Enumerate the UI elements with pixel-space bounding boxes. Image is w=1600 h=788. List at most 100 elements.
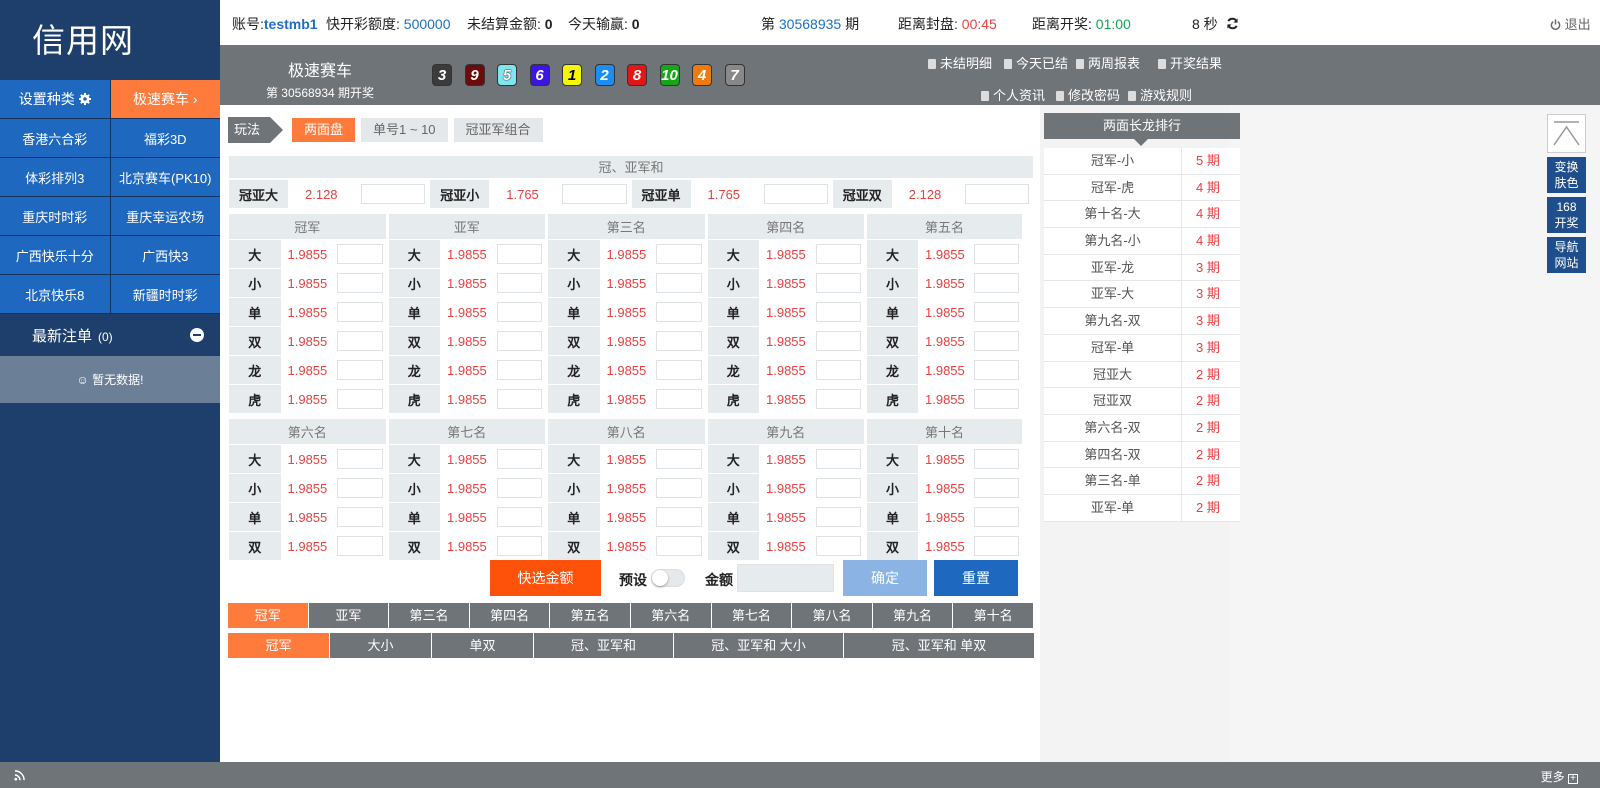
position-tab[interactable]: 第九名: [872, 603, 954, 628]
sum-amount-input[interactable]: [361, 184, 426, 204]
bet-odds[interactable]: 1.9855: [918, 239, 971, 269]
current-game-button[interactable]: 极速赛车 ›: [110, 80, 220, 118]
bet-odds[interactable]: 1.9855: [280, 297, 334, 327]
bet-odds[interactable]: 1.9855: [918, 384, 971, 414]
bet-odds[interactable]: 1.9855: [280, 531, 334, 561]
bet-odds[interactable]: 1.9855: [759, 444, 813, 474]
position-tab[interactable]: 第三名: [389, 603, 470, 628]
sum-odds[interactable]: 1.765: [489, 179, 559, 209]
bet-odds[interactable]: 1.9855: [280, 384, 334, 414]
bet-odds[interactable]: 1.9855: [440, 268, 494, 298]
bet-odds[interactable]: 1.9855: [918, 297, 971, 327]
refresh-icon[interactable]: [1226, 17, 1239, 30]
sum-amount-input[interactable]: [763, 184, 828, 204]
bet-odds[interactable]: 1.9855: [440, 444, 494, 474]
stat-tab[interactable]: 冠、亚军和 大小: [674, 633, 844, 658]
bet-odds[interactable]: 1.9855: [759, 502, 813, 532]
bet-amount-input[interactable]: [337, 244, 383, 264]
lottery-168-button[interactable]: 168 开奖: [1547, 197, 1586, 233]
bet-odds[interactable]: 1.9855: [599, 355, 653, 385]
bet-amount-input[interactable]: [337, 273, 383, 293]
sum-odds[interactable]: 1.765: [690, 179, 760, 209]
confirm-button[interactable]: 确定: [843, 560, 927, 596]
bet-odds[interactable]: 1.9855: [280, 444, 334, 474]
position-tab[interactable]: 第十名: [953, 603, 1034, 628]
quick-amount-button[interactable]: 快选金额: [490, 560, 601, 596]
bet-odds[interactable]: 1.9855: [440, 239, 494, 269]
bet-amount-input[interactable]: [496, 360, 542, 380]
bet-amount-input[interactable]: [815, 244, 861, 264]
bet-amount-input[interactable]: [815, 507, 861, 527]
bet-amount-input[interactable]: [337, 302, 383, 322]
bet-odds[interactable]: 1.9855: [599, 531, 653, 561]
bet-amount-input[interactable]: [815, 331, 861, 351]
bet-amount-input[interactable]: [815, 389, 861, 409]
bet-odds[interactable]: 1.9855: [918, 355, 971, 385]
logout-button[interactable]: 退出: [1550, 14, 1591, 33]
bet-odds[interactable]: 1.9855: [280, 502, 334, 532]
bet-amount-input[interactable]: [496, 273, 542, 293]
game-button[interactable]: 北京快乐8: [0, 275, 111, 313]
bet-amount-input[interactable]: [974, 244, 1019, 264]
bet-amount-input[interactable]: [337, 536, 383, 556]
bet-odds[interactable]: 1.9855: [599, 326, 653, 356]
game-button[interactable]: 广西快3: [110, 236, 220, 274]
bet-amount-input[interactable]: [656, 389, 702, 409]
bet-odds[interactable]: 1.9855: [759, 355, 813, 385]
bet-amount-input[interactable]: [337, 389, 383, 409]
bet-amount-input[interactable]: [496, 507, 542, 527]
bet-amount-input[interactable]: [974, 449, 1019, 469]
bet-odds[interactable]: 1.9855: [759, 326, 813, 356]
bet-amount-input[interactable]: [815, 449, 861, 469]
stat-tab[interactable]: 冠军: [228, 633, 330, 658]
bet-odds[interactable]: 1.9855: [440, 355, 494, 385]
position-tab[interactable]: 亚军: [308, 603, 390, 628]
bet-amount-input[interactable]: [656, 507, 702, 527]
bet-amount-input[interactable]: [656, 302, 702, 322]
sum-amount-input[interactable]: [964, 184, 1029, 204]
header-link[interactable]: 游戏规则: [1128, 85, 1192, 104]
header-link[interactable]: 两周报表: [1076, 53, 1140, 72]
bet-odds[interactable]: 1.9855: [599, 502, 653, 532]
bet-odds[interactable]: 1.9855: [440, 502, 494, 532]
bet-amount-input[interactable]: [496, 536, 542, 556]
tab-single[interactable]: 单号1 ~ 10: [361, 118, 448, 142]
bet-odds[interactable]: 1.9855: [599, 473, 653, 503]
bet-amount-input[interactable]: [337, 331, 383, 351]
bet-amount-input[interactable]: [974, 360, 1019, 380]
game-button[interactable]: 重庆时时彩: [0, 197, 111, 235]
bet-odds[interactable]: 1.9855: [440, 473, 494, 503]
bet-odds[interactable]: 1.9855: [280, 326, 334, 356]
header-link[interactable]: 今天已结: [1004, 53, 1068, 72]
bet-amount-input[interactable]: [974, 273, 1019, 293]
bet-odds[interactable]: 1.9855: [440, 531, 494, 561]
bet-amount-input[interactable]: [815, 536, 861, 556]
bet-amount-input[interactable]: [815, 302, 861, 322]
stat-tab[interactable]: 冠、亚军和: [534, 633, 674, 658]
bet-amount-input[interactable]: [656, 273, 702, 293]
rss-icon[interactable]: [14, 770, 25, 781]
skin-switch-button[interactable]: 变换 肤色: [1547, 157, 1586, 193]
position-tab[interactable]: 第八名: [792, 603, 873, 628]
game-button[interactable]: 体彩排列3: [0, 158, 111, 196]
bet-odds[interactable]: 1.9855: [440, 384, 494, 414]
position-tab[interactable]: 冠军: [228, 603, 309, 628]
bet-odds[interactable]: 1.9855: [759, 297, 813, 327]
bet-odds[interactable]: 1.9855: [599, 297, 653, 327]
bet-odds[interactable]: 1.9855: [759, 473, 813, 503]
stat-tab[interactable]: 单双: [432, 633, 534, 658]
bet-amount-input[interactable]: [496, 302, 542, 322]
bet-amount-input[interactable]: [496, 244, 542, 264]
collapse-icon[interactable]: [190, 328, 204, 342]
nav-site-button[interactable]: 导航 网站: [1547, 237, 1586, 273]
bet-odds[interactable]: 1.9855: [759, 384, 813, 414]
bet-odds[interactable]: 1.9855: [918, 502, 971, 532]
bet-amount-input[interactable]: [815, 273, 861, 293]
sum-amount-input[interactable]: [562, 184, 627, 204]
bet-amount-input[interactable]: [656, 244, 702, 264]
bet-amount-input[interactable]: [815, 360, 861, 380]
bet-amount-input[interactable]: [974, 507, 1019, 527]
reset-button[interactable]: 重置: [934, 560, 1018, 596]
bet-odds[interactable]: 1.9855: [280, 473, 334, 503]
bet-amount-input[interactable]: [496, 389, 542, 409]
